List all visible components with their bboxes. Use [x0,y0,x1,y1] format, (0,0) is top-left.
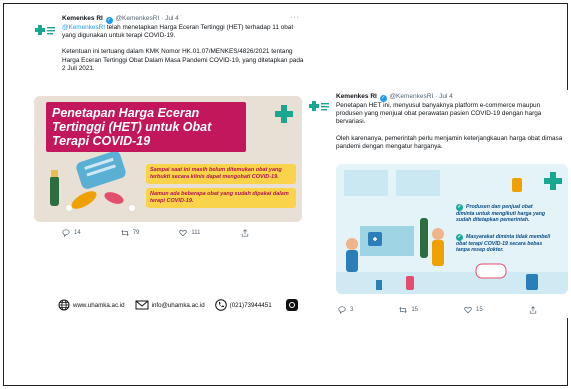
pharmacy-illustration-icon [336,170,568,294]
check-icon: ✓ [456,204,463,211]
tweet-date[interactable]: Jul 4 [165,15,179,22]
author-handle[interactable]: @KemenkesRI [389,93,433,100]
kemenkes-logo-icon[interactable] [308,98,330,114]
author-handle[interactable]: @KemenkesRI [115,15,159,22]
email-link[interactable]: info@uhamka.ac.id [135,299,205,311]
like-count: 111 [191,230,201,236]
poster-bullet-text: Masyarakat diminta tidak membeli obat te… [456,234,551,254]
share-button[interactable] [529,306,537,314]
tweet-actions: 14 79 111 [62,229,249,237]
like-button[interactable]: 15 [464,306,483,314]
poster-bullet-text: Produsen dan penjual obat diminta untuk … [456,204,546,224]
reply-button[interactable]: 14 [62,229,81,237]
check-icon: ✓ [456,234,463,241]
like-count: 15 [476,307,483,313]
tweet-paragraph: Oleh karenanya, pemerintah perlu menjami… [336,134,563,150]
retweet-icon [121,230,129,236]
poster-image-1[interactable]: Penetapan Harga Eceran Tertinggi (HET) u… [34,96,302,222]
website-text: www.uhamka.ac.id [73,301,125,309]
tweet-header: Kemenkes RI ✓ @KemenkesRI · Jul 4 [336,93,453,102]
globe-icon [58,299,70,311]
mail-icon [135,300,149,310]
separator: · [435,93,438,100]
retweet-icon [399,307,407,313]
tweet-actions: 3 15 15 [338,306,537,314]
tweet-paragraph: Ketentuan ini tertuang dalam KMK Nomor H… [62,48,304,72]
phone-icon [214,299,227,311]
retweet-button[interactable]: 15 [399,306,418,314]
share-icon [529,306,536,314]
contact-footer: www.uhamka.ac.id info@uhamka.ac.id (021)… [58,299,298,311]
reply-icon [62,229,70,237]
mention-link[interactable]: @KemenkesRI [62,24,105,31]
separator: · [161,15,164,22]
kemenkes-logo-icon[interactable] [34,22,56,38]
instagram-link[interactable] [285,299,298,311]
kemenkes-logo-icon [275,105,293,123]
poster-note-1: Sampai saat ini masih belum ditemukan ob… [146,164,296,184]
reply-icon [338,306,346,314]
tweet-header: Kemenkes RI ✓ @KemenkesRI · Jul 4 [62,15,179,24]
like-icon [179,229,188,237]
retweet-count: 79 [132,230,140,236]
retweet-button[interactable]: 79 [121,229,140,237]
author-name[interactable]: Kemenkes RI [62,15,103,22]
medicine-illustration-icon [50,152,135,211]
reply-count: 14 [74,230,81,236]
reply-count: 3 [350,307,354,313]
reply-button[interactable]: 3 [338,306,353,314]
poster-bullet-2: ✓ Masyarakat diminta tidak membeli obat t… [456,234,552,254]
poster-title: Penetapan Harga Eceran Tertinggi (HET) u… [46,102,246,152]
phone-text: (021)73944451 [229,301,272,309]
tweet-paragraph: Penetapan HET ini, menyusul banyaknya pl… [336,102,542,126]
instagram-icon [285,299,298,311]
share-icon [241,229,248,237]
poster-image-2[interactable]: ✓ Produsen dan penjual obat diminta untuk… [336,164,568,294]
email-text: info@uhamka.ac.id [151,301,205,309]
tweet-date[interactable]: Jul 4 [439,93,453,100]
poster-bullet-1: ✓ Produsen dan penjual obat diminta untuk… [456,204,552,224]
like-icon [464,306,472,314]
tweet-text: @KemenkesRI telah menetapkan Harga Ecera… [62,24,306,81]
website-link[interactable]: www.uhamka.ac.id [58,299,125,311]
verified-icon: ✓ [379,95,387,102]
retweet-count: 15 [411,307,419,313]
phone-link[interactable]: (021)73944451 [214,299,272,311]
author-name[interactable]: Kemenkes RI [336,93,377,100]
tweet-text: Penetapan HET ini, menyusul banyaknya pl… [336,102,566,159]
more-icon[interactable]: ··· [290,14,300,21]
share-button[interactable] [241,229,249,237]
like-button[interactable]: 111 [179,229,201,237]
poster-note-2: Namun ada beberapa obat yang sudah dipak… [146,188,296,208]
verified-icon: ✓ [105,17,113,24]
